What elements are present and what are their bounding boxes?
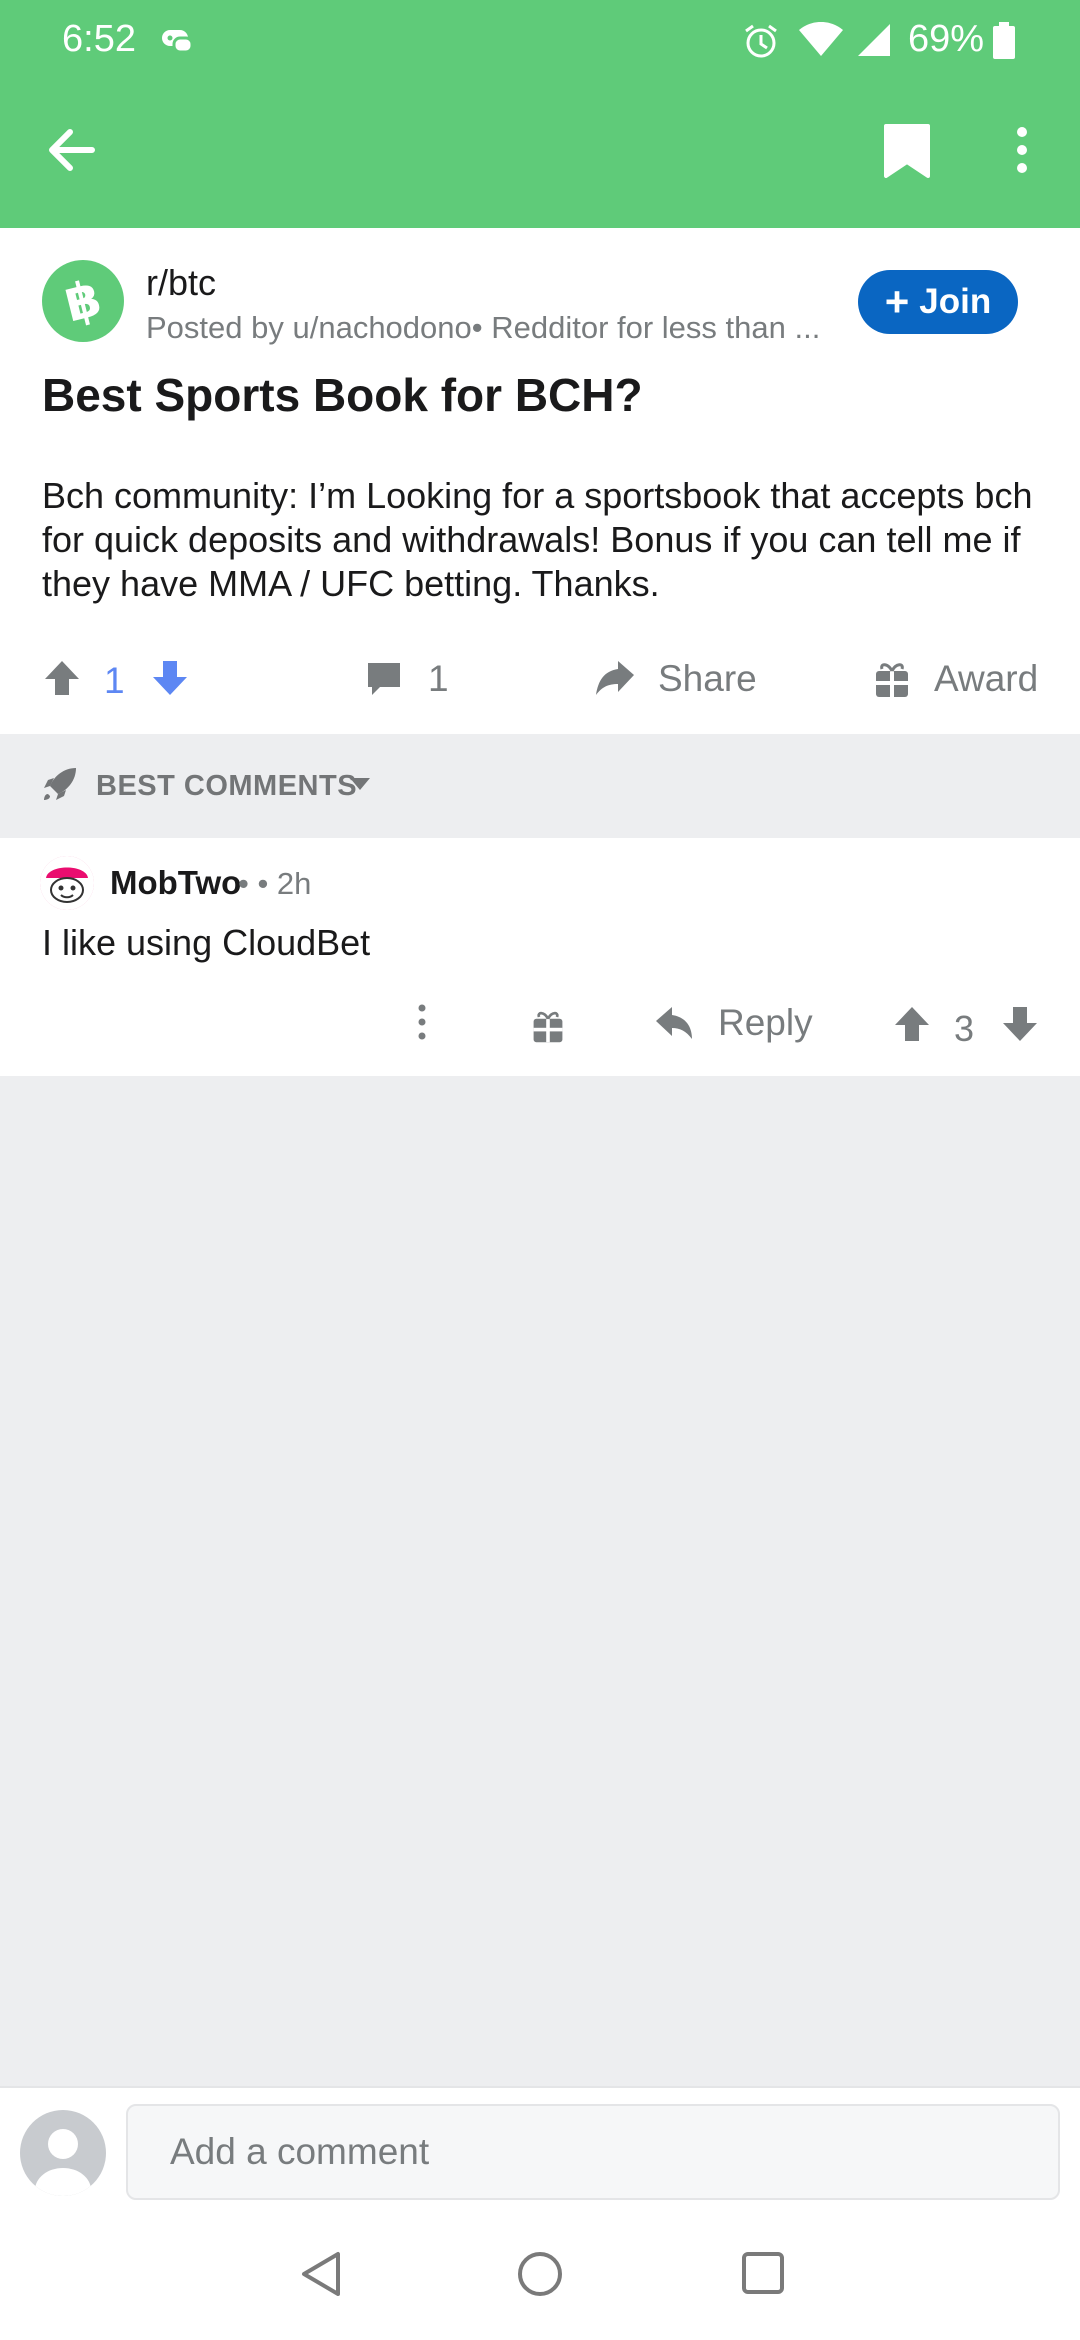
upvote-button[interactable]	[42, 658, 82, 698]
nav-back-button[interactable]	[296, 2248, 344, 2305]
empty-comments-area	[0, 1076, 1080, 2086]
post-body: Bch community: I’m Looking for a sportsb…	[42, 475, 1033, 604]
gift-icon	[533, 1011, 563, 1043]
comments-button[interactable]: 1	[364, 658, 449, 700]
award-button[interactable]: Award	[874, 658, 1038, 700]
comment-score: 3	[954, 1008, 975, 1049]
comment-more-button[interactable]	[412, 1002, 432, 1047]
subreddit-name[interactable]: r/btc	[146, 262, 216, 304]
reply-button[interactable]: Reply	[654, 1002, 813, 1044]
subreddit-avatar[interactable]: ฿	[42, 260, 124, 342]
signal-icon	[856, 22, 892, 63]
status-time: 6:52	[62, 18, 136, 60]
post-author-line[interactable]: Posted by u/nachodono• Redditor for less…	[146, 310, 846, 346]
comment-count: 1	[428, 658, 449, 699]
post-title: Best Sports Book for BCH?	[42, 369, 643, 421]
comment-item: MobTwo • • 2h I like using CloudBet Repl…	[0, 838, 1080, 1076]
share-label: Share	[658, 658, 757, 699]
comment-composer: Add a comment	[0, 2086, 1080, 2216]
join-button[interactable]: + Join	[858, 270, 1018, 334]
more-options-button[interactable]	[1004, 122, 1040, 186]
snoo-avatar-icon	[40, 856, 94, 910]
share-arrow-icon	[596, 661, 634, 695]
back-button[interactable]	[40, 118, 104, 182]
arrow-left-icon	[49, 129, 95, 171]
alarm-icon	[742, 22, 780, 65]
add-comment-input[interactable]: Add a comment	[126, 2104, 1060, 2200]
comment-text: I like using CloudBet	[42, 922, 371, 963]
bitcoin-cash-icon: ฿	[59, 269, 107, 334]
vote-count: 1	[104, 660, 125, 701]
square-recents-icon	[742, 2252, 784, 2294]
downvote-arrow-icon	[153, 661, 187, 695]
reply-label: Reply	[718, 1002, 813, 1043]
gift-icon	[876, 663, 908, 697]
upvote-arrow-icon	[895, 1007, 929, 1041]
svg-text:฿: ฿	[59, 269, 107, 334]
triangle-back-icon	[302, 2252, 340, 2296]
post-actions: 1 1 Share Award	[0, 640, 1080, 720]
battery-icon	[992, 22, 1016, 65]
more-vertical-icon	[418, 1004, 426, 1040]
upvote-arrow-icon	[45, 661, 79, 695]
comment-meta: • • 2h	[238, 866, 312, 901]
app-header: 6:52 69%	[0, 0, 1080, 228]
system-nav-bar	[0, 2216, 1080, 2340]
rocket-icon	[40, 764, 80, 809]
chevron-down-icon	[348, 776, 372, 797]
comment-bubble-icon	[368, 663, 400, 695]
join-label: Join	[919, 282, 992, 321]
plus-icon: +	[884, 278, 910, 325]
award-label: Award	[934, 658, 1039, 699]
comment-author[interactable]: MobTwo	[110, 864, 241, 902]
nav-home-button[interactable]	[514, 2248, 566, 2305]
more-vertical-icon	[1017, 127, 1027, 173]
comment-upvote-button[interactable]	[892, 1004, 932, 1049]
avatar[interactable]	[40, 856, 94, 910]
wifi-icon	[798, 21, 844, 63]
nav-recents-button[interactable]	[740, 2250, 786, 2301]
default-avatar-icon	[35, 2129, 91, 2196]
battery-percentage: 69%	[908, 18, 985, 60]
status-bar: 6:52 69%	[0, 0, 1080, 80]
circle-home-icon	[518, 2252, 562, 2296]
bookmark-icon	[884, 124, 930, 178]
comment-award-button[interactable]	[530, 1008, 566, 1049]
downvote-button[interactable]	[150, 658, 190, 698]
reply-arrow-icon	[656, 1007, 692, 1039]
downvote-arrow-icon	[1003, 1007, 1037, 1041]
comment-sort-bar[interactable]: BEST COMMENTS	[0, 734, 1080, 838]
sort-label: BEST COMMENTS	[96, 770, 358, 802]
share-button[interactable]: Share	[594, 658, 757, 700]
save-post-button[interactable]	[882, 122, 938, 186]
user-avatar	[20, 2110, 106, 2196]
game-notification-icon	[160, 24, 194, 59]
comment-downvote-button[interactable]	[1000, 1004, 1040, 1049]
